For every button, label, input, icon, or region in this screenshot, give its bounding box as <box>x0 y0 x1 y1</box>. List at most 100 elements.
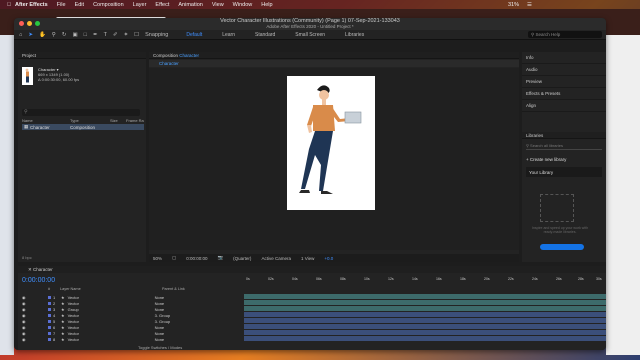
menu-animation[interactable]: Animation <box>178 2 202 8</box>
menu-layer[interactable]: Layer <box>133 2 147 8</box>
visibility-icon[interactable]: ◉ <box>18 331 46 336</box>
control-center-icon[interactable]: ☰ <box>527 2 532 8</box>
label-color[interactable] <box>48 337 51 341</box>
layer-track-bar[interactable] <box>244 306 606 311</box>
menu-composition[interactable]: Composition <box>93 2 124 8</box>
camera-select[interactable]: Active Camera <box>261 256 291 261</box>
col-layer-name[interactable]: Layer Name <box>52 287 162 293</box>
zoom-button[interactable] <box>35 21 40 26</box>
visibility-icon[interactable]: ◉ <box>18 295 46 300</box>
library-get-started-button[interactable] <box>540 244 584 250</box>
selection-tool-icon[interactable]: ➤ <box>28 32 33 38</box>
libraries-search-input[interactable]: ⚲ Search all libraries <box>526 143 602 150</box>
parent-select[interactable]: None <box>155 295 165 300</box>
parent-select[interactable]: 3. Group <box>155 319 171 324</box>
layer-name[interactable]: Vector <box>65 337 155 342</box>
layer-name[interactable]: Group <box>65 307 155 312</box>
parent-select[interactable]: None <box>155 301 165 306</box>
layer-track-bar[interactable] <box>244 318 606 323</box>
comp-panel-name[interactable]: Character <box>179 53 199 58</box>
visibility-icon[interactable]: ◉ <box>18 313 46 318</box>
layer-track-bar[interactable] <box>244 312 606 317</box>
magnification-select[interactable]: 50% <box>153 256 162 261</box>
view-layout-select[interactable]: 1 View <box>301 256 314 261</box>
comp-panel-label[interactable]: Composition <box>153 53 178 58</box>
visibility-icon[interactable]: ◉ <box>18 337 46 342</box>
col-type[interactable]: Type <box>70 118 110 123</box>
project-panel-title[interactable]: Project <box>18 52 146 59</box>
audio-panel-tab[interactable]: Audio <box>522 64 606 76</box>
workspace-small-screen[interactable]: Small Screen <box>295 32 325 38</box>
create-new-library-button[interactable]: + Create new library <box>522 154 606 165</box>
time-ruler[interactable]: 0s 02s 04s 06s 08s 10s 12s 14s 16s 18s 2… <box>244 277 606 283</box>
layer-name[interactable]: Vector <box>65 313 155 318</box>
rotate-tool-icon[interactable]: ↻ <box>62 32 67 38</box>
label-color[interactable] <box>48 307 51 311</box>
workspace-libraries[interactable]: Libraries <box>345 32 364 38</box>
parent-select[interactable]: None <box>155 325 165 330</box>
apple-icon[interactable]:  <box>7 2 15 8</box>
home-icon[interactable]: ⌂ <box>19 32 22 38</box>
menu-file[interactable]: File <box>57 2 66 8</box>
pen-tool-icon[interactable]: ✒ <box>93 32 98 38</box>
label-color[interactable] <box>48 325 51 329</box>
layer-track-bar[interactable] <box>244 330 606 335</box>
layer-track-bar[interactable] <box>244 336 606 341</box>
info-panel-tab[interactable]: Info <box>522 52 606 64</box>
composition-tab[interactable]: Character <box>159 61 179 66</box>
layer-row[interactable]: ◉ 8 ★ Vector None <box>18 336 244 342</box>
parent-select[interactable]: None <box>155 307 165 312</box>
comp-timecode[interactable]: 0:00:00:00 <box>186 256 207 261</box>
zoom-tool-icon[interactable]: ⚲ <box>52 32 56 38</box>
parent-select[interactable]: None <box>155 337 165 342</box>
col-size[interactable]: Size <box>110 118 126 123</box>
menu-window[interactable]: Window <box>233 2 253 8</box>
layer-track-bar[interactable] <box>244 300 606 305</box>
col-framerate[interactable]: Frame Ra <box>126 118 144 123</box>
col-parent-link[interactable]: Parent & Link <box>162 287 185 293</box>
label-color[interactable] <box>48 331 51 335</box>
layer-name[interactable]: Vector <box>65 331 155 336</box>
workspace-standard[interactable]: Standard <box>255 32 275 38</box>
resolution-select[interactable]: (Quarter) <box>233 256 251 261</box>
col-name[interactable]: Name <box>22 118 70 123</box>
close-button[interactable] <box>19 21 24 26</box>
layer-track-bar[interactable] <box>244 324 606 329</box>
effects-presets-panel-tab[interactable]: Effects & Presets <box>522 88 606 100</box>
brush-tool-icon[interactable]: ✐ <box>113 32 118 38</box>
visibility-icon[interactable]: ◉ <box>18 325 46 330</box>
menu-view[interactable]: View <box>212 2 224 8</box>
layer-name[interactable]: Vector <box>65 325 155 330</box>
timeline-timecode[interactable]: 0:00:00:00 <box>22 277 55 284</box>
hand-tool-icon[interactable]: ✋ <box>39 32 46 38</box>
visibility-icon[interactable]: ◉ <box>18 301 46 306</box>
layer-name[interactable]: Vector <box>65 319 155 324</box>
type-tool-icon[interactable]: T <box>104 32 107 38</box>
visibility-icon[interactable]: ◉ <box>18 307 46 312</box>
snapping-checkbox[interactable]: ☐ <box>134 32 139 38</box>
label-color[interactable] <box>48 313 51 317</box>
your-library-item[interactable]: Your Library <box>526 167 602 177</box>
minimize-button[interactable] <box>27 21 32 26</box>
puppet-tool-icon[interactable]: ✶ <box>124 32 129 38</box>
visibility-icon[interactable]: ◉ <box>18 319 46 324</box>
libraries-title[interactable]: Libraries <box>522 132 606 139</box>
help-search-input[interactable]: ⚲ Search Help <box>528 31 602 38</box>
menu-effect[interactable]: Effect <box>155 2 169 8</box>
preview-panel-tab[interactable]: Preview <box>522 76 606 88</box>
label-color[interactable] <box>48 295 51 299</box>
bpc-label[interactable]: 8 bpc <box>22 255 32 260</box>
snapshot-icon[interactable]: 📷 <box>218 255 224 261</box>
fit-icon[interactable]: ▢ <box>172 255 176 261</box>
parent-select[interactable]: None <box>155 331 165 336</box>
parent-select[interactable]: 3. Group <box>155 313 171 318</box>
rectangle-tool-icon[interactable]: □ <box>84 32 87 38</box>
layer-name[interactable]: Vector <box>65 295 155 300</box>
layer-track-bar[interactable] <box>244 294 606 299</box>
label-color[interactable] <box>48 319 51 323</box>
project-search-input[interactable]: ⚲ <box>22 109 140 116</box>
exposure-value[interactable]: +0.0 <box>324 256 333 261</box>
timeline-comp-name[interactable]: Character <box>33 267 53 272</box>
label-color[interactable] <box>48 301 51 305</box>
workspace-learn[interactable]: Learn <box>222 32 235 38</box>
